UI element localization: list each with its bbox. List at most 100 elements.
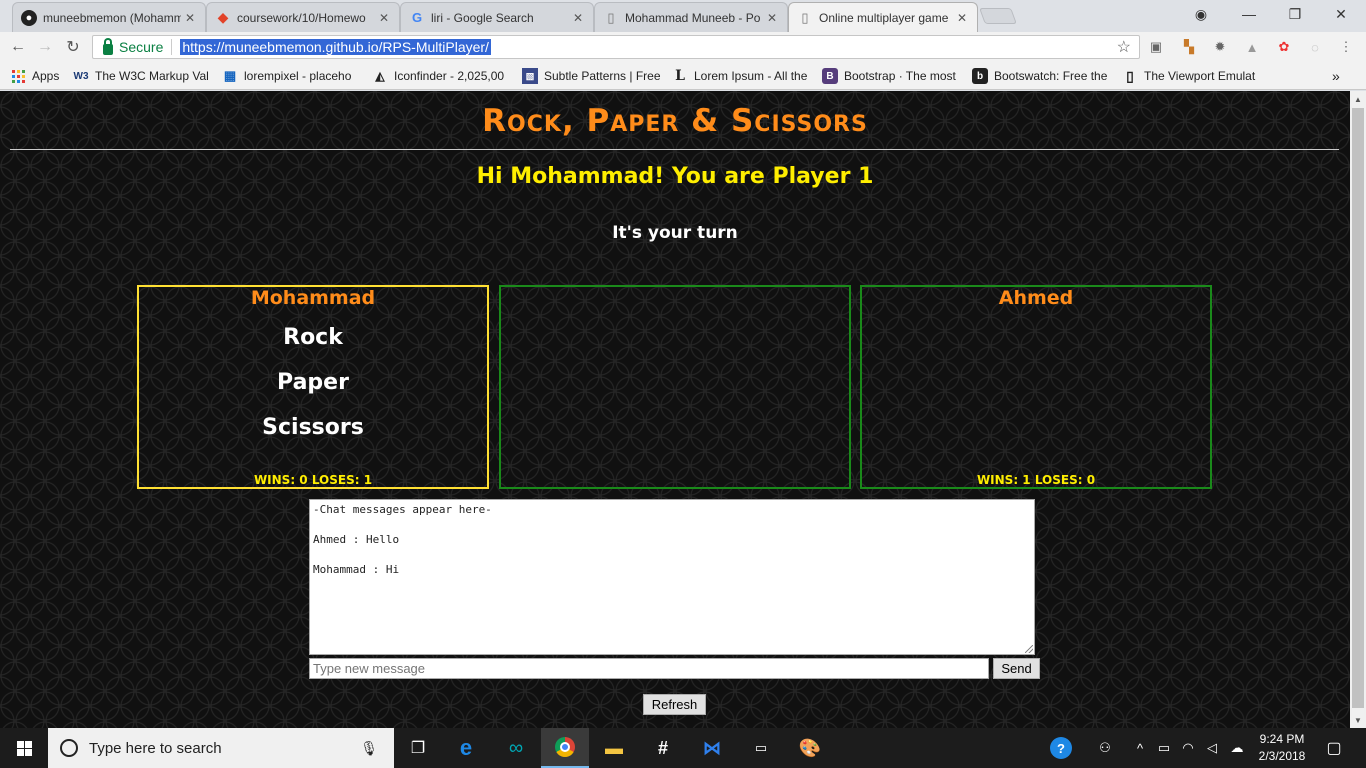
bookmark-bootswatch[interactable]: b Bootswatch: Free the bbox=[972, 67, 1112, 85]
bookmark-apps[interactable]: Apps bbox=[10, 67, 66, 85]
profile-icon[interactable]: ◉ bbox=[1178, 0, 1224, 28]
clock-date: 2/3/2018 bbox=[1258, 749, 1306, 763]
bookmark-lorem-ipsum[interactable]: L Lorem Ipsum - All the bbox=[672, 67, 812, 85]
google-icon: G bbox=[411, 10, 423, 25]
menu-dots-icon[interactable]: ⋮ bbox=[1337, 38, 1355, 56]
bookmark-lorempixel[interactable]: ▦ lorempixel - placeho bbox=[222, 67, 360, 85]
choice-paper[interactable]: Paper bbox=[139, 370, 487, 395]
task-view-icon[interactable]: ❐ bbox=[394, 728, 442, 768]
people-icon[interactable]: ⚇ bbox=[1094, 728, 1116, 768]
page-scrollbar[interactable]: ▲ ▼ bbox=[1350, 91, 1366, 728]
taskbar-search-box[interactable]: Type here to search 🎙 bbox=[48, 728, 394, 768]
microphone-icon[interactable]: 🎙 bbox=[360, 740, 378, 757]
scroll-down-icon[interactable]: ▼ bbox=[1350, 712, 1366, 728]
bookmarks-overflow-chevron[interactable]: » bbox=[1332, 67, 1346, 85]
help-icon[interactable]: ? bbox=[1046, 728, 1076, 768]
edge-icon[interactable]: e bbox=[442, 728, 490, 768]
chat-log[interactable]: -Chat messages appear here- Ahmed : Hell… bbox=[309, 499, 1035, 655]
slack-icon[interactable]: # bbox=[639, 728, 687, 768]
paint-icon[interactable]: 🎨 bbox=[786, 728, 834, 768]
onedrive-upload-icon[interactable]: ☁ bbox=[1226, 728, 1248, 768]
url-text[interactable]: https://muneebmemon.github.io/RPS-MultiP… bbox=[180, 39, 491, 55]
bookmark-label: The Viewport Emulat bbox=[1144, 69, 1256, 83]
system-clock[interactable]: 9:24 PM 2/3/2018 bbox=[1252, 731, 1312, 765]
address-bar[interactable]: Secure https://muneebmemon.github.io/RPS… bbox=[92, 35, 1140, 59]
bootstrap-icon: B bbox=[822, 68, 838, 84]
wifi-icon[interactable]: ◠ bbox=[1178, 728, 1198, 768]
start-button[interactable] bbox=[0, 728, 48, 768]
battery-icon[interactable]: ▭ bbox=[1154, 728, 1174, 768]
refresh-button[interactable]: Refresh bbox=[643, 694, 706, 715]
tab-label: muneebmemon (Mohamm bbox=[43, 10, 181, 25]
bookmark-label: Subtle Patterns | Free bbox=[544, 69, 661, 83]
new-tab-button[interactable] bbox=[979, 8, 1017, 24]
w3c-icon: W3 bbox=[73, 70, 89, 82]
page-title: Rock, Paper & Scissors bbox=[482, 103, 868, 139]
circle-extension-icon[interactable]: ◌ bbox=[1306, 38, 1324, 56]
player1-score: WINS: 0 LOSES: 1 bbox=[253, 473, 373, 487]
bookmark-bootstrap[interactable]: B Bootstrap · The most bbox=[822, 67, 962, 85]
github-icon: ● bbox=[21, 9, 37, 26]
tab-gitlab[interactable]: ◆ coursework/10/Homewo ✕ bbox=[206, 2, 400, 32]
bug-extension-icon[interactable]: ✹ bbox=[1211, 38, 1229, 56]
scroll-up-icon[interactable]: ▲ bbox=[1350, 91, 1366, 107]
player2-score: WINS: 1 LOSES: 0 bbox=[976, 473, 1096, 487]
close-icon[interactable]: ✕ bbox=[573, 11, 585, 25]
chat-message: -Chat messages appear here- bbox=[313, 503, 492, 516]
color-picker-extension-icon[interactable]: ✿ bbox=[1275, 38, 1293, 56]
notification-icon[interactable]: ▢ bbox=[1322, 728, 1346, 768]
tab-github[interactable]: ● muneebmemon (Mohamm ✕ bbox=[12, 2, 206, 32]
volume-icon[interactable]: ◁ bbox=[1202, 728, 1222, 768]
vscode-icon[interactable]: ⋈ bbox=[688, 728, 736, 768]
ruler-extension-icon[interactable]: ▚ bbox=[1180, 38, 1198, 56]
player1-name: Mohammad bbox=[250, 287, 376, 309]
bookmark-w3c[interactable]: W3 The W3C Markup Val bbox=[73, 67, 211, 85]
camera-extension-icon[interactable]: ▣ bbox=[1147, 38, 1165, 56]
chat-message: Mohammad : Hi bbox=[313, 563, 400, 576]
resize-grip-icon[interactable] bbox=[1025, 645, 1033, 653]
file-explorer-icon[interactable]: ▬ bbox=[590, 728, 638, 768]
patterns-icon: ▧ bbox=[522, 68, 538, 84]
minimize-icon[interactable]: — bbox=[1226, 0, 1272, 28]
page-icon: ▯ bbox=[607, 9, 615, 25]
scroll-thumb[interactable] bbox=[1352, 108, 1364, 708]
forward-arrow-icon[interactable]: → bbox=[34, 36, 56, 58]
bookmark-subtle-patterns[interactable]: ▧ Subtle Patterns | Free bbox=[522, 67, 662, 85]
reload-icon[interactable]: ↻ bbox=[62, 36, 84, 58]
browser-toolbar: ← → ↻ Secure https://muneebmemon.github.… bbox=[0, 32, 1366, 62]
chevron-up-icon[interactable]: ^ bbox=[1132, 728, 1148, 768]
divider bbox=[10, 149, 1339, 150]
bookmark-viewport-emulator[interactable]: ▯ The Viewport Emulat bbox=[1122, 67, 1262, 85]
windows-taskbar: Type here to search 🎙 ❐ e ∞ ▬ # ⋈ ▭ 🎨 ? … bbox=[0, 728, 1366, 768]
tab-google-search[interactable]: G liri - Google Search ✕ bbox=[400, 2, 594, 32]
tab-portfolio[interactable]: ▯ Mohammad Muneeb - Po ✕ bbox=[594, 2, 788, 32]
windows-logo-icon bbox=[16, 740, 32, 756]
close-icon[interactable]: ✕ bbox=[957, 11, 969, 25]
bookmark-iconfinder[interactable]: ◭ Iconfinder - 2,025,00 bbox=[372, 67, 512, 85]
send-button[interactable]: Send bbox=[993, 658, 1040, 679]
close-window-icon[interactable]: ✕ bbox=[1318, 0, 1364, 28]
terminal-icon[interactable]: ▭ bbox=[737, 728, 785, 768]
back-arrow-icon[interactable]: ← bbox=[7, 36, 29, 58]
apps-grid-icon bbox=[10, 68, 26, 84]
choice-rock[interactable]: Rock bbox=[139, 325, 487, 350]
bookmark-label: Bootstrap · The most bbox=[844, 69, 956, 83]
tab-online-game[interactable]: ▯ Online multiplayer game ✕ bbox=[788, 2, 978, 32]
choice-scissors[interactable]: Scissors bbox=[139, 415, 487, 440]
close-icon[interactable]: ✕ bbox=[379, 11, 391, 25]
close-icon[interactable]: ✕ bbox=[767, 11, 779, 25]
result-panel bbox=[499, 285, 851, 489]
checker-icon: ▦ bbox=[223, 68, 237, 83]
clock-time: 9:24 PM bbox=[1259, 732, 1305, 746]
chat-message-input[interactable] bbox=[309, 658, 989, 679]
bookmark-label: Bootswatch: Free the bbox=[994, 69, 1108, 83]
close-icon[interactable]: ✕ bbox=[185, 11, 197, 25]
tab-label: coursework/10/Homewo bbox=[237, 10, 366, 25]
arduino-icon[interactable]: ∞ bbox=[492, 728, 540, 768]
chrome-icon[interactable] bbox=[541, 728, 589, 768]
drive-extension-icon[interactable]: ▲ bbox=[1243, 38, 1261, 56]
tab-label: Online multiplayer game bbox=[819, 10, 949, 25]
bookmark-star-icon[interactable]: ☆ bbox=[1117, 37, 1131, 57]
maximize-icon[interactable]: ❐ bbox=[1272, 0, 1318, 28]
chat-message: Ahmed : Hello bbox=[313, 533, 400, 546]
